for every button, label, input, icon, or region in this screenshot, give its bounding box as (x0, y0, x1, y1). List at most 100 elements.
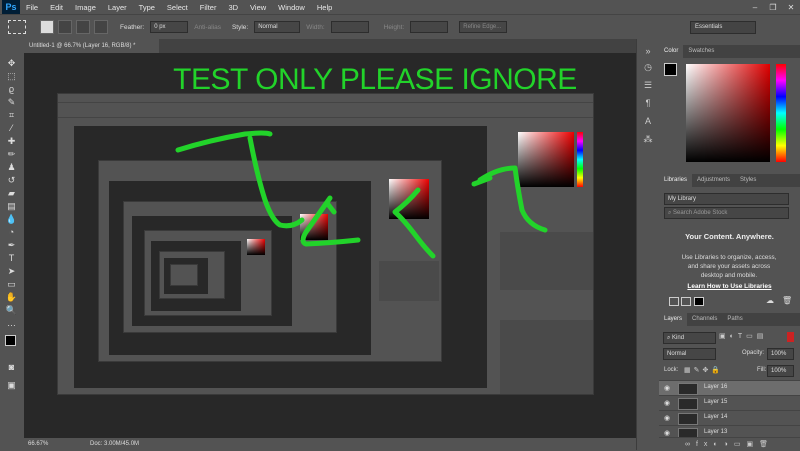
fill-input[interactable]: 100% (767, 365, 794, 377)
lock-icons[interactable]: ▦✎✥🔒 (684, 366, 723, 374)
color-swatch-icon[interactable] (694, 297, 704, 306)
minimize-button[interactable]: – (746, 0, 764, 14)
brush-tool-icon[interactable]: ✏ (5, 148, 18, 160)
menu-help[interactable]: Help (311, 3, 338, 12)
document-tab[interactable]: Untitled-1 @ 66.7% (Layer 16, RGB/8) * (24, 39, 159, 53)
layer-row[interactable]: ◉ Layer 14 (659, 410, 800, 426)
intersect-selection-icon[interactable] (94, 20, 108, 34)
tab-adjustments[interactable]: Adjustments (692, 174, 735, 187)
filter-toggle-icon[interactable] (787, 332, 794, 342)
dodge-tool-icon[interactable]: ◔ (5, 226, 18, 238)
eyedropper-tool-icon[interactable]: ⁄ (5, 122, 18, 134)
layer-row[interactable]: ◉ Layer 16 (659, 380, 800, 396)
lasso-tool-icon[interactable]: ϱ (5, 83, 18, 95)
layers-footer-icons[interactable]: ∞fx◐◑▭▣🗑 (659, 437, 800, 451)
menu-file[interactable]: File (20, 3, 44, 12)
type-tool-icon[interactable]: T (5, 252, 18, 264)
brush-presets-icon[interactable]: ⁂ (642, 133, 654, 145)
crop-tool-icon[interactable]: ⌗ (5, 109, 18, 121)
panel-icon-strip: » ◷ ☰ ¶ A ⁂ (636, 39, 659, 450)
opacity-input[interactable]: 100% (767, 348, 794, 360)
color-picker-field[interactable] (686, 64, 770, 162)
visibility-eye-icon[interactable]: ◉ (664, 414, 670, 422)
library-search-input[interactable]: ⌕ Search Adobe Stock (664, 207, 789, 219)
feather-input[interactable]: 0 px (150, 21, 189, 33)
foreground-color-chip[interactable] (664, 63, 677, 76)
library-select[interactable]: My Library (664, 193, 789, 205)
antialias-checkbox[interactable]: Anti-alias (194, 24, 221, 31)
clone-stamp-tool-icon[interactable]: ♟ (5, 161, 18, 173)
healing-tool-icon[interactable]: ✚ (5, 135, 18, 147)
add-content-icon[interactable] (669, 297, 679, 306)
menu-layer[interactable]: Layer (102, 3, 133, 12)
text-style-icon[interactable] (681, 297, 691, 306)
library-learn-link[interactable]: Learn How to Use Libraries (659, 283, 800, 290)
visibility-eye-icon[interactable]: ◉ (664, 384, 670, 392)
menu-type[interactable]: Type (133, 3, 161, 12)
zoom-tool-icon[interactable]: 🔍 (5, 304, 18, 316)
layer-filter-select[interactable]: ⌕ Kind (663, 332, 716, 344)
fill-label: Fill: (757, 367, 767, 373)
marquee-tool-icon[interactable]: ⬚ (5, 70, 18, 82)
character-icon[interactable]: A (642, 115, 654, 127)
add-selection-icon[interactable] (58, 20, 72, 34)
layers-panel-tabs: Layers Channels Paths (659, 313, 800, 326)
doc-size-info: Doc: 3.00M/45.0M (90, 441, 140, 447)
quick-mask-icon[interactable]: ◙ (5, 361, 18, 373)
tab-paths[interactable]: Paths (722, 313, 747, 326)
menu-edit[interactable]: Edit (44, 3, 69, 12)
properties-icon[interactable]: ☰ (642, 79, 654, 91)
path-select-tool-icon[interactable]: ➤ (5, 265, 18, 277)
menu-window[interactable]: Window (272, 3, 311, 12)
gradient-tool-icon[interactable]: ▤ (5, 200, 18, 212)
menu-filter[interactable]: Filter (194, 3, 223, 12)
menu-3d[interactable]: 3D (222, 3, 244, 12)
feather-label: Feather: (120, 23, 145, 31)
nested-screenshot-3 (123, 201, 337, 333)
new-selection-icon[interactable] (40, 20, 54, 34)
move-tool-icon[interactable]: ✥ (5, 57, 18, 69)
tab-swatches[interactable]: Swatches (683, 45, 719, 58)
tab-libraries[interactable]: Libraries (659, 174, 693, 187)
quick-select-tool-icon[interactable]: ✎ (5, 96, 18, 108)
menu-select[interactable]: Select (161, 3, 194, 12)
tab-styles[interactable]: Styles (735, 174, 761, 187)
history-brush-tool-icon[interactable]: ↺ (5, 174, 18, 186)
cloud-sync-icon[interactable]: ☁ (766, 296, 774, 305)
visibility-eye-icon[interactable]: ◉ (664, 399, 670, 407)
menu-image[interactable]: Image (69, 3, 102, 12)
layer-filter-icons[interactable]: ▣◐T▭▤ (719, 332, 767, 340)
foreground-color-swatch[interactable] (5, 335, 16, 346)
paragraph-icon[interactable]: ¶ (642, 97, 654, 109)
height-input[interactable] (410, 21, 449, 33)
blur-tool-icon[interactable]: 💧 (5, 213, 18, 225)
shape-tool-icon[interactable]: ▭ (5, 278, 18, 290)
tab-layers[interactable]: Layers (659, 313, 688, 326)
visibility-eye-icon[interactable]: ◉ (664, 429, 670, 437)
trash-icon[interactable]: 🗑 (782, 296, 792, 305)
layer-row[interactable]: ◉ Layer 15 (659, 395, 800, 411)
tab-color[interactable]: Color (659, 45, 684, 58)
collapse-arrows-icon[interactable]: » (642, 45, 654, 57)
close-button[interactable]: ✕ (782, 0, 800, 14)
hand-tool-icon[interactable]: ✋ (5, 291, 18, 303)
restore-button[interactable]: ❐ (764, 0, 782, 14)
width-input[interactable] (330, 21, 369, 33)
zoom-level[interactable]: 66.67% (28, 438, 48, 450)
canvas-area[interactable] (24, 53, 636, 438)
hue-slider[interactable] (776, 64, 786, 162)
blend-mode-select[interactable]: Normal (663, 348, 716, 360)
eraser-tool-icon[interactable]: ▰ (5, 187, 18, 199)
library-body: Use Libraries to organize, access, and s… (681, 254, 777, 279)
style-select[interactable]: Normal (254, 21, 301, 33)
pen-tool-icon[interactable]: ✒ (5, 239, 18, 251)
history-icon[interactable]: ◷ (642, 61, 654, 73)
more-tools-icon[interactable]: … (5, 317, 18, 329)
menu-view[interactable]: View (244, 3, 272, 12)
screen-mode-icon[interactable]: ▣ (5, 379, 18, 391)
workspace-select[interactable]: Essentials (690, 21, 756, 34)
refine-edge-button[interactable]: Refine Edge... (459, 21, 508, 33)
marquee-preset-icon[interactable] (8, 20, 26, 34)
tab-channels[interactable]: Channels (687, 313, 722, 326)
subtract-selection-icon[interactable] (76, 20, 90, 34)
